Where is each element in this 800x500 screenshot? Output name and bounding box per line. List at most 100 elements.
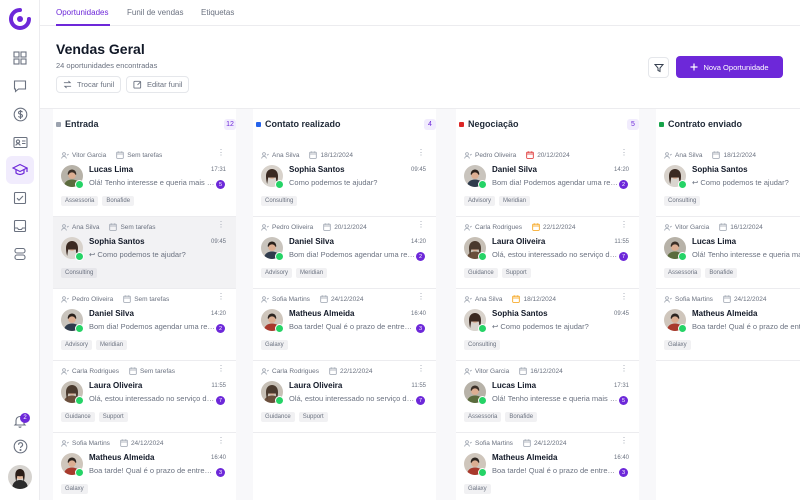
opportunity-card[interactable]: Pedro Oliveira 20/12/2024 ⋮ Daniel Silva… <box>253 217 436 289</box>
more-options-icon[interactable]: ⋮ <box>620 365 628 373</box>
opportunity-card[interactable]: Vitor Garcia 16/12/2024 ⋮ Lucas Lima 17:… <box>456 361 639 433</box>
tag[interactable]: Consulting <box>61 268 98 278</box>
more-options-icon[interactable]: ⋮ <box>620 437 628 445</box>
help-icon[interactable] <box>10 436 30 456</box>
card-task: 16/12/2024 <box>530 367 563 375</box>
opportunity-card[interactable]: Sofia Martins 24/12/2024 ⋮ Matheus Almei… <box>253 289 436 361</box>
message-time: 11:55 <box>614 239 629 245</box>
tag[interactable]: Bonafide <box>505 412 538 422</box>
tag[interactable]: Assessoria <box>664 268 702 278</box>
more-options-icon[interactable]: ⋮ <box>620 293 628 301</box>
dollar-icon[interactable] <box>10 104 30 124</box>
more-options-icon[interactable]: ⋮ <box>217 365 225 373</box>
contact-card-icon[interactable] <box>10 132 30 152</box>
graduation-cap-icon[interactable] <box>10 160 30 180</box>
opportunity-card[interactable]: Ana Silva 18/12/2024 ⋮ Sophia Santos 09:… <box>456 289 639 361</box>
tab-funil-de-vendas[interactable]: Funil de vendas <box>127 8 183 17</box>
tag[interactable]: Consulting <box>664 196 701 206</box>
tab-etiquetas[interactable]: Etiquetas <box>201 8 234 17</box>
tag[interactable]: Support <box>98 412 128 422</box>
last-message: Bom dia! Podemos agendar uma reunião? <box>89 322 215 331</box>
inbox-icon[interactable] <box>10 216 30 236</box>
card-owner: Sofia Martins <box>272 295 310 303</box>
whatsapp-icon <box>75 468 84 477</box>
opportunity-card[interactable]: Carla Rodrigues 22/12/2024 ⋮ Laura Olive… <box>253 361 436 433</box>
last-message-text: Como podemos te ajudar? <box>700 178 789 187</box>
database-icon[interactable] <box>10 244 30 264</box>
more-options-icon[interactable]: ⋮ <box>417 221 425 229</box>
checklist-icon[interactable] <box>10 188 30 208</box>
card-meta: Ana Silva 18/12/2024 <box>261 151 353 159</box>
more-options-icon[interactable]: ⋮ <box>620 221 628 229</box>
tag[interactable]: Galaxy <box>464 484 491 494</box>
user-icon <box>464 439 472 447</box>
last-message: Boa tarde! Qual é o prazo de entrega? <box>492 466 618 475</box>
tag[interactable]: Consulting <box>464 340 501 350</box>
opportunity-card[interactable]: Ana Silva 18/12/2024 ⋮ Sophia Santos ↩ C… <box>656 145 800 217</box>
opportunity-card[interactable]: Vitor Garcia Sem tarefas ⋮ Lucas Lima 17… <box>53 145 236 217</box>
card-task: 22/12/2024 <box>542 223 576 231</box>
tag[interactable]: Assessoria <box>464 412 502 422</box>
contact-name: Daniel Silva <box>492 165 537 174</box>
opportunity-card[interactable]: Ana Silva Sem tarefas ⋮ Sophia Santos 09… <box>53 217 236 289</box>
user-icon <box>464 223 472 231</box>
tag[interactable]: Guidance <box>61 412 95 422</box>
tag[interactable]: Advisory <box>261 268 293 278</box>
tag[interactable]: Advisory <box>61 340 93 350</box>
card-tags: Galaxy <box>464 484 491 494</box>
filter-button[interactable] <box>648 57 669 78</box>
card-task: 24/12/2024 <box>733 295 767 303</box>
tag[interactable]: Galaxy <box>261 340 288 350</box>
more-options-icon[interactable]: ⋮ <box>620 149 628 157</box>
new-opportunity-button[interactable]: Nova Oportunidade <box>676 56 783 78</box>
user-avatar[interactable] <box>8 465 32 489</box>
sidebar: 2 <box>0 0 40 500</box>
more-options-icon[interactable]: ⋮ <box>217 221 225 229</box>
card-owner: Carla Rodrigues <box>72 367 119 375</box>
tag[interactable]: Guidance <box>464 268 498 278</box>
logo-icon[interactable] <box>9 8 31 30</box>
page-title: Vendas Geral <box>56 41 145 57</box>
column-title: Contato realizado <box>265 119 341 129</box>
calendar-icon <box>309 151 318 159</box>
opportunity-card[interactable]: Sofia Martins 24/12/2024 ⋮ Matheus Almei… <box>53 433 236 500</box>
switch-funnel-button[interactable]: Trocar funil <box>56 76 122 93</box>
opportunity-card[interactable]: Pedro Oliveira 20/12/2024 ⋮ Daniel Silva… <box>456 145 639 217</box>
opportunity-card[interactable]: Carla Rodrigues Sem tarefas ⋮ Laura Oliv… <box>53 361 236 433</box>
more-options-icon[interactable]: ⋮ <box>417 149 425 157</box>
contact-name: Matheus Almeida <box>492 453 558 462</box>
card-meta: Ana Silva 18/12/2024 <box>664 151 756 159</box>
tag[interactable]: Bonafide <box>102 196 135 206</box>
tag[interactable]: Meridian <box>96 340 128 350</box>
tag[interactable]: Assessoria <box>61 196 99 206</box>
tag[interactable]: Support <box>501 268 531 278</box>
tag[interactable]: Meridian <box>499 196 531 206</box>
more-options-icon[interactable]: ⋮ <box>217 437 225 445</box>
opportunity-card[interactable]: Sofia Martins 24/12/2024 ⋮ Matheus Almei… <box>656 289 800 361</box>
more-options-icon[interactable]: ⋮ <box>217 149 225 157</box>
unread-badge: 7 <box>416 396 425 405</box>
tag[interactable]: Bonafide <box>705 268 738 278</box>
more-options-icon[interactable]: ⋮ <box>417 365 425 373</box>
tag[interactable]: Support <box>298 412 328 422</box>
chat-icon[interactable] <box>10 76 30 96</box>
opportunity-card[interactable]: Pedro Oliveira Sem tarefas ⋮ Daniel Silv… <box>53 289 236 361</box>
opportunity-card[interactable]: Vitor Garcia 16/12/2024 ⋮ Lucas Lima Olá… <box>656 217 800 289</box>
card-meta: Pedro Oliveira Sem tarefas <box>61 295 169 303</box>
tag[interactable]: Consulting <box>261 196 298 206</box>
more-options-icon[interactable]: ⋮ <box>217 293 225 301</box>
tag[interactable]: Galaxy <box>61 484 88 494</box>
edit-funnel-button[interactable]: Editar funil <box>126 76 190 93</box>
tag[interactable]: Meridian <box>296 268 328 278</box>
tag[interactable]: Guidance <box>261 412 295 422</box>
opportunity-card[interactable]: Ana Silva 18/12/2024 ⋮ Sophia Santos 09:… <box>253 145 436 217</box>
user-icon <box>261 367 269 375</box>
opportunity-card[interactable]: Sofia Martins 24/12/2024 ⋮ Matheus Almei… <box>456 433 639 500</box>
tag[interactable]: Advisory <box>464 196 496 206</box>
opportunity-card[interactable]: Carla Rodrigues 22/12/2024 ⋮ Laura Olive… <box>456 217 639 289</box>
dashboard-icon[interactable] <box>10 48 30 68</box>
tab-oportunidades[interactable]: Oportunidades <box>56 8 108 17</box>
tag[interactable]: Galaxy <box>664 340 691 350</box>
card-owner: Carla Rodrigues <box>475 223 522 231</box>
more-options-icon[interactable]: ⋮ <box>417 293 425 301</box>
